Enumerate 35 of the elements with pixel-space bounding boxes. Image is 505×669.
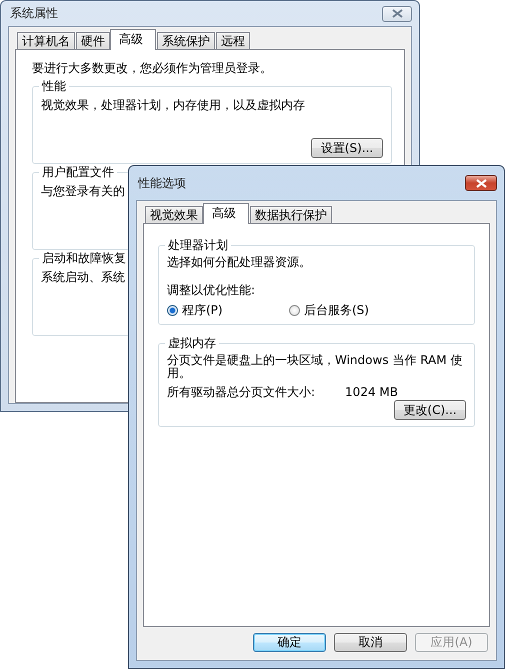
adjust-label: 调整以优化性能: bbox=[167, 282, 256, 298]
group-title: 用户配置文件 bbox=[39, 165, 117, 180]
settings-button[interactable]: 设置(S)... bbox=[311, 138, 383, 158]
radio-icon[interactable] bbox=[289, 304, 300, 316]
group-title: 性能 bbox=[39, 79, 69, 94]
window-title: 性能选项 bbox=[136, 174, 186, 192]
tab[interactable]: 硬件 bbox=[76, 32, 110, 49]
paging-size-value: 1024 MB bbox=[345, 384, 398, 400]
tab[interactable]: 数据执行保护 bbox=[250, 206, 332, 223]
close-button[interactable] bbox=[465, 175, 497, 191]
dialog-button[interactable]: 确定 bbox=[253, 633, 326, 652]
close-icon bbox=[476, 178, 486, 188]
group-description: 与您登录有关的 bbox=[41, 183, 125, 199]
group-description: 选择如何分配处理器资源。 bbox=[167, 254, 311, 270]
group-description: 分页文件是硬盘上的一块区域，Windows 当作 RAM 使用。 bbox=[167, 354, 464, 380]
close-icon bbox=[392, 9, 402, 18]
tab[interactable]: 视觉效果 bbox=[145, 206, 203, 223]
group-title: 启动和故障恢复 bbox=[39, 251, 129, 266]
tab[interactable]: 高级 bbox=[203, 203, 249, 224]
tab[interactable]: 系统保护 bbox=[157, 32, 215, 49]
radio-option[interactable]: 程序(P) bbox=[167, 302, 289, 318]
paging-size-label: 所有驱动器总分页文件大小: bbox=[167, 384, 316, 400]
group-title: 虚拟内存 bbox=[165, 336, 219, 351]
radio-option[interactable]: 后台服务(S) bbox=[289, 302, 411, 318]
change-button[interactable]: 更改(C)... bbox=[394, 400, 466, 420]
group-description: 系统启动、系统 bbox=[41, 269, 125, 285]
dialog-button[interactable]: 取消 bbox=[334, 633, 407, 652]
tab[interactable]: 远程 bbox=[216, 32, 250, 49]
radio-icon[interactable] bbox=[167, 304, 178, 316]
tab[interactable]: 计算机名 bbox=[17, 32, 75, 49]
group-description: 视觉效果，处理器计划，内存使用，以及虚拟内存 bbox=[41, 97, 305, 113]
tab[interactable]: 高级 bbox=[110, 29, 156, 50]
admin-notice: 要进行大多数更改，您必须作为管理员登录。 bbox=[32, 60, 272, 76]
group-title: 处理器计划 bbox=[165, 238, 231, 253]
window-title: 系统属性 bbox=[9, 5, 58, 22]
